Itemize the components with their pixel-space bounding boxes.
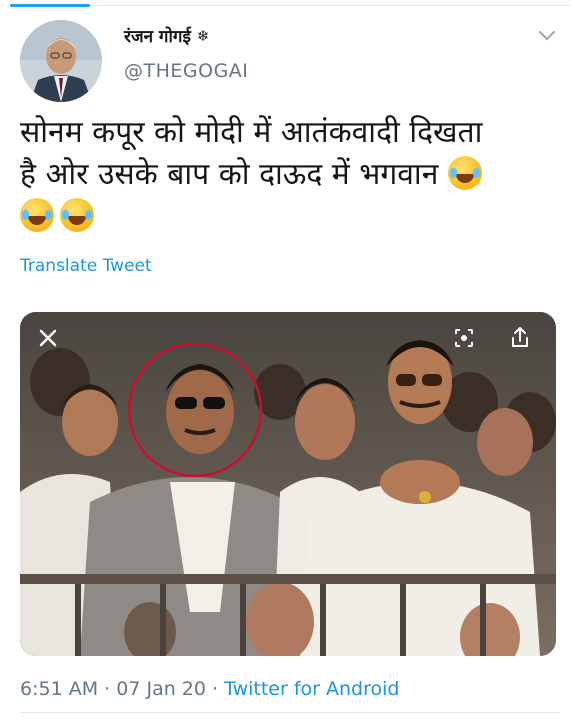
author-name[interactable]: रंजन गोगई <box>124 24 191 47</box>
avatar[interactable] <box>20 20 102 102</box>
tweet-text-line-2: है ओर उसके बाप को दाऊद में भगवान <box>20 154 550 196</box>
tweet-text-line-2-text: है ओर उसके बाप को दाऊद में भगवान <box>20 157 439 192</box>
face-with-tears-of-joy-icon <box>20 198 54 232</box>
divider-line <box>90 5 570 6</box>
close-icon[interactable] <box>32 322 64 354</box>
share-icon[interactable] <box>504 322 536 354</box>
snowflake-badge-icon: ❄ <box>196 26 210 45</box>
tweet-date[interactable]: 07 Jan 20 <box>116 678 206 700</box>
author-handle[interactable]: @THEGOGAI <box>124 60 248 82</box>
tweet-text-line-1: सोनम कपूर को मोदी में आतंकवादी दिखता <box>20 115 483 150</box>
face-with-tears-of-joy-icon <box>60 198 94 232</box>
author-row: रंजन गोगई ❄ <box>124 24 210 48</box>
tweet-client-link[interactable]: Twitter for Android <box>224 678 399 700</box>
active-tab-indicator <box>10 4 90 7</box>
tweet-photo[interactable] <box>20 312 556 656</box>
top-divider <box>0 0 575 20</box>
translate-tweet-link[interactable]: Translate Tweet <box>20 256 152 276</box>
tweet-meta: 6:51 AM · 07 Jan 20 · Twitter for Androi… <box>20 678 399 700</box>
meta-separator: · <box>212 678 219 700</box>
tweet-text: सोनम कपूर को मोदी में आतंकवादी दिखता है … <box>20 112 550 238</box>
avatar-image <box>20 20 102 102</box>
bottom-divider <box>20 712 560 713</box>
face-with-tears-of-joy-icon <box>447 156 482 190</box>
tweet-text-line-3 <box>20 196 550 238</box>
meta-separator: · <box>104 678 111 700</box>
chevron-down-icon[interactable] <box>536 24 558 46</box>
lens-icon[interactable] <box>448 322 480 354</box>
tweet-time[interactable]: 6:51 AM <box>20 678 98 700</box>
photo-image <box>20 312 556 656</box>
